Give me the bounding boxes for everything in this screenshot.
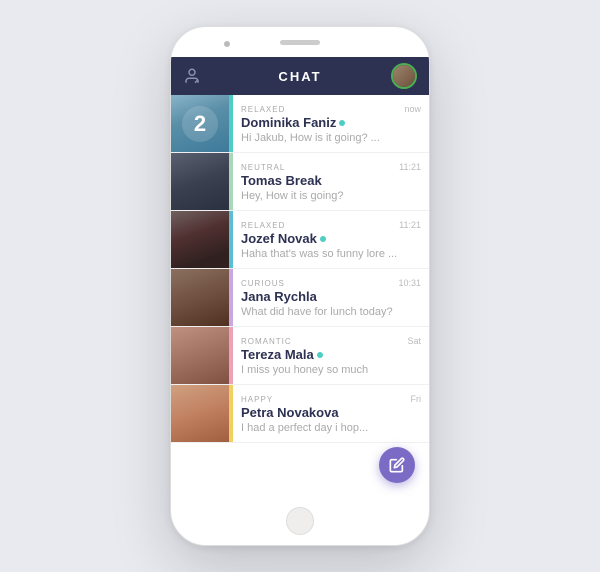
chat-avatar <box>171 385 229 442</box>
avatar-photo <box>171 269 229 326</box>
chat-avatar <box>171 211 229 268</box>
chat-preview: Haha that's was so funny lore ... <box>241 248 421 260</box>
avatar-photo <box>171 385 229 442</box>
chat-time: 11:21 <box>399 220 421 230</box>
chat-name: Petra Novakova <box>241 405 339 420</box>
chat-item[interactable]: CURIOUS 10:31 Jana Rychla What did have … <box>171 269 429 327</box>
chat-avatar <box>171 327 229 384</box>
chat-name-row: Dominika Faniz <box>241 115 421 130</box>
avatar-photo <box>171 153 229 210</box>
chat-name-row: Tomas Break <box>241 173 421 188</box>
chat-name: Tomas Break <box>241 173 322 188</box>
chat-item[interactable]: NEUTRAL 11:21 Tomas Break Hey, How it is… <box>171 153 429 211</box>
chat-preview: Hi Jakub, How is it going? ... <box>241 132 421 144</box>
unread-badge: 2 <box>182 106 218 142</box>
avatar-photo <box>171 211 229 268</box>
avatar-image <box>393 65 415 87</box>
chat-item[interactable]: HAPPY Fri Petra Novakova I had a perfect… <box>171 385 429 443</box>
chat-meta: RELAXED now <box>241 104 421 114</box>
compose-icon <box>389 457 405 473</box>
chat-name-row: Tereza Mala <box>241 347 421 362</box>
chat-item[interactable]: ROMANTIC Sat Tereza Mala I miss you hone… <box>171 327 429 385</box>
header: CHAT <box>171 57 429 95</box>
phone-frame: CHAT 2 RELAXED now Dominika Faniz <box>170 26 430 546</box>
chat-name: Jana Rychla <box>241 289 317 304</box>
chat-mood: RELAXED <box>241 105 285 114</box>
chat-preview: Hey, How it is going? <box>241 190 421 202</box>
chat-name-row: Jozef Novak <box>241 231 421 246</box>
chat-content: CURIOUS 10:31 Jana Rychla What did have … <box>233 269 429 326</box>
chat-meta: NEUTRAL 11:21 <box>241 162 421 172</box>
phone-speaker <box>280 40 320 45</box>
user-avatar[interactable] <box>391 63 417 89</box>
chat-avatar <box>171 269 229 326</box>
chat-avatar <box>171 153 229 210</box>
compose-button[interactable] <box>379 447 415 483</box>
chat-time: now <box>404 104 421 114</box>
chat-mood: ROMANTIC <box>241 337 292 346</box>
chat-meta: CURIOUS 10:31 <box>241 278 421 288</box>
chat-meta: HAPPY Fri <box>241 394 421 404</box>
chat-name: Tereza Mala <box>241 347 314 362</box>
chat-item[interactable]: 2 RELAXED now Dominika Faniz Hi Jakub, H… <box>171 95 429 153</box>
chat-preview: What did have for lunch today? <box>241 306 421 318</box>
chat-content: RELAXED 11:21 Jozef Novak Haha that's wa… <box>233 211 429 268</box>
chat-name: Jozef Novak <box>241 231 317 246</box>
chat-content: HAPPY Fri Petra Novakova I had a perfect… <box>233 385 429 442</box>
screen: CHAT 2 RELAXED now Dominika Faniz <box>171 57 429 497</box>
chat-time: Sat <box>407 336 421 346</box>
chat-mood: NEUTRAL <box>241 163 285 172</box>
chat-avatar: 2 <box>171 95 229 152</box>
chat-content: ROMANTIC Sat Tereza Mala I miss you hone… <box>233 327 429 384</box>
chat-time: 10:31 <box>398 278 421 288</box>
phone-camera <box>224 41 230 47</box>
chat-preview: I had a perfect day i hop... <box>241 422 421 434</box>
chat-mood: HAPPY <box>241 395 273 404</box>
online-indicator <box>339 120 345 126</box>
chat-mood: RELAXED <box>241 221 285 230</box>
chat-name: Dominika Faniz <box>241 115 336 130</box>
online-indicator <box>317 352 323 358</box>
chat-name-row: Petra Novakova <box>241 405 421 420</box>
chat-time: Fri <box>411 394 422 404</box>
chat-meta: RELAXED 11:21 <box>241 220 421 230</box>
chat-name-row: Jana Rychla <box>241 289 421 304</box>
chat-time: 11:21 <box>399 162 421 172</box>
chat-meta: ROMANTIC Sat <box>241 336 421 346</box>
contacts-icon-button[interactable] <box>183 67 201 85</box>
chat-mood: CURIOUS <box>241 279 285 288</box>
home-button[interactable] <box>286 507 314 535</box>
online-indicator <box>320 236 326 242</box>
avatar-photo <box>171 327 229 384</box>
chat-preview: I miss you honey so much <box>241 364 421 376</box>
chat-item[interactable]: RELAXED 11:21 Jozef Novak Haha that's wa… <box>171 211 429 269</box>
avatar-photo: 2 <box>171 95 229 152</box>
chat-content: RELAXED now Dominika Faniz Hi Jakub, How… <box>233 95 429 152</box>
chat-list: 2 RELAXED now Dominika Faniz Hi Jakub, H… <box>171 95 429 497</box>
header-title: CHAT <box>278 69 321 84</box>
chat-content: NEUTRAL 11:21 Tomas Break Hey, How it is… <box>233 153 429 210</box>
